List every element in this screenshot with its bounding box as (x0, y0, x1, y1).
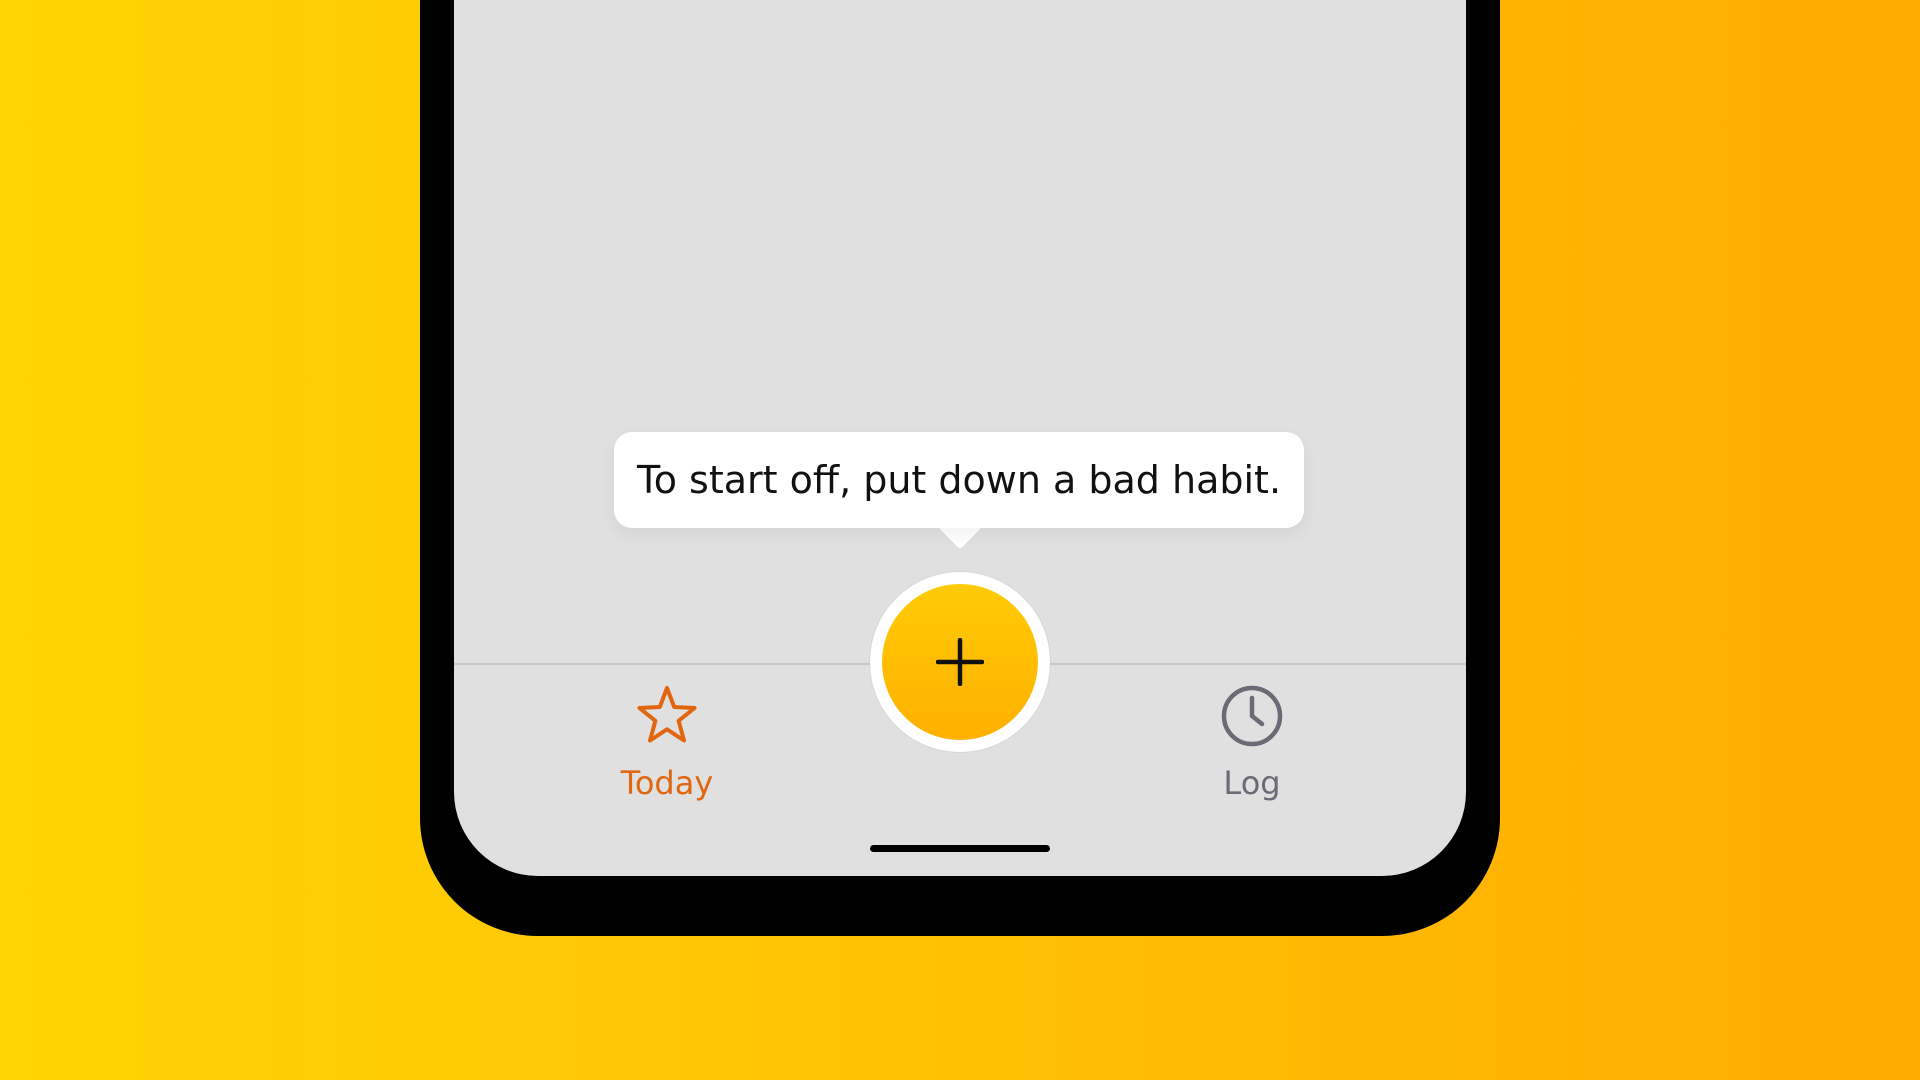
home-indicator[interactable] (870, 845, 1050, 852)
tab-today-label: Today (620, 764, 714, 802)
tooltip-text: To start off, put down a bad habit. (636, 458, 1282, 502)
tab-log-label: Log (1223, 764, 1281, 802)
clock-icon (1221, 685, 1283, 747)
star-icon (637, 686, 697, 743)
tab-today[interactable]: Today (557, 684, 777, 802)
onboarding-tooltip: To start off, put down a bad habit. (614, 432, 1304, 528)
plus-icon (936, 638, 984, 686)
add-habit-button[interactable] (882, 584, 1038, 740)
tab-log[interactable]: Log (1142, 684, 1362, 802)
